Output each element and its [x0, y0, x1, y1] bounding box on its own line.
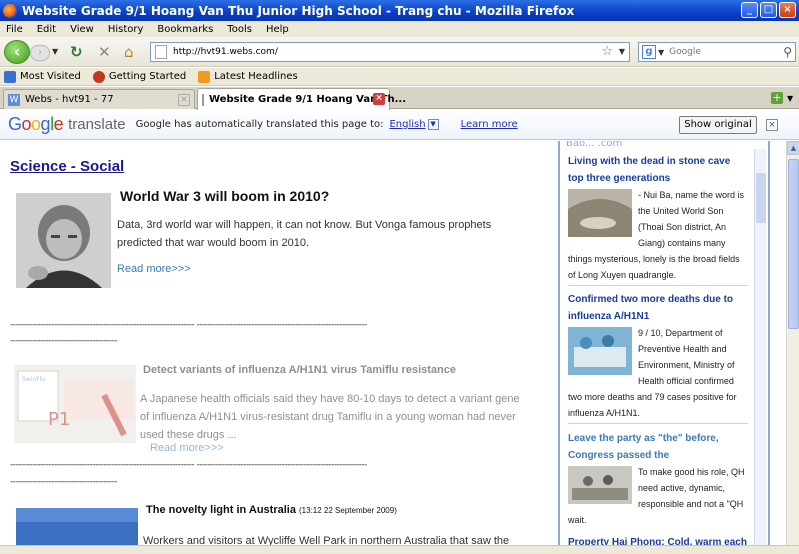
menu-file[interactable]: File: [6, 24, 23, 35]
menu-bar: File Edit View History Bookmarks Tools H…: [0, 21, 799, 37]
stop-icon[interactable]: ✕: [98, 45, 111, 60]
menu-history[interactable]: History: [108, 24, 144, 35]
google-translate-bar: Google translate Google has automaticall…: [0, 110, 799, 140]
url-input[interactable]: [173, 47, 593, 57]
page-scroll-thumb[interactable]: [788, 159, 799, 329]
menu-view[interactable]: View: [70, 24, 94, 35]
news-separator: [568, 285, 748, 286]
navigation-toolbar: ‹ › ▼ ↻ ✕ ⌂ ☆ ▼ g ▼ ⚲: [0, 37, 799, 67]
status-bar: [0, 545, 799, 554]
page-favicon-icon: [202, 93, 204, 106]
new-tab-icon[interactable]: +: [771, 92, 783, 104]
close-button[interactable]: ×: [779, 2, 796, 18]
reload-icon[interactable]: ↻: [70, 45, 83, 60]
svg-text:SwinFlu: SwinFlu: [22, 376, 45, 383]
webs-favicon-icon: W: [8, 93, 20, 106]
news-item: Living with the dead in stone cave top t…: [568, 153, 748, 288]
scroll-up-icon[interactable]: ▲: [787, 141, 799, 155]
title-bar: Website Grade 9/1 Hoang Van Thu Junior H…: [0, 0, 799, 21]
window-controls: _ □ ×: [741, 2, 796, 18]
section-title[interactable]: Science - Social: [10, 158, 124, 175]
news-item: Leave the party as "the" before, Congres…: [568, 430, 748, 528]
translate-language-link[interactable]: English: [389, 119, 425, 130]
search-engine-dropdown-icon[interactable]: ▼: [658, 48, 664, 57]
stone-cave-photo[interactable]: [568, 189, 632, 237]
article-summary: Workers and visitors at Wycliffe Well Pa…: [143, 535, 510, 545]
show-original-button[interactable]: Show original: [679, 116, 757, 134]
article-title[interactable]: World War 3 will boom in 2010?: [120, 188, 329, 204]
news-title[interactable]: Property Hai Phong: Cold, warm each: [568, 534, 748, 545]
article-summary: Data, 3rd world war will happen, it can …: [117, 219, 492, 249]
article-date: (13:12 22 September 2009): [299, 506, 397, 515]
congress-photo[interactable]: [568, 466, 632, 504]
article-summary: A Japanese health officials said they ha…: [140, 393, 520, 441]
translate-message: Google has automatically translated this…: [135, 119, 384, 130]
minimize-button[interactable]: _: [741, 2, 758, 18]
read-more-link[interactable]: Read more>>>: [117, 263, 191, 275]
history-dropdown-icon[interactable]: ▼: [52, 47, 58, 56]
article-title[interactable]: The novelty light in Australia (13:12 22…: [146, 504, 397, 516]
page-icon: [155, 45, 167, 59]
menu-help[interactable]: Help: [266, 24, 289, 35]
bookmark-latest-headlines[interactable]: Latest Headlines: [198, 70, 298, 83]
prophet-photo[interactable]: [16, 193, 111, 288]
australia-light-photo[interactable]: [16, 508, 138, 545]
read-more-link[interactable]: Read more>>>: [150, 442, 224, 454]
forward-button[interactable]: ›: [30, 45, 50, 61]
tab-close-icon[interactable]: ×: [178, 94, 190, 106]
search-icon[interactable]: ⚲: [783, 45, 792, 59]
tab-website-grade[interactable]: Website Grade 9/1 Hoang Van Th... ×: [197, 88, 406, 110]
news-title[interactable]: Leave the party as "the" before, Congres…: [568, 430, 748, 464]
article-title[interactable]: Detect variants of influenza A/H1N1 viru…: [143, 364, 456, 376]
influenza-test-photo[interactable]: SwinFlu P1: [14, 365, 136, 443]
news-item: Confirmed two more deaths due to influen…: [568, 291, 748, 426]
menu-edit[interactable]: Edit: [37, 24, 56, 35]
news-item: Property Hai Phong: Cold, warm each: [568, 534, 748, 545]
bookmark-star-icon[interactable]: ☆: [601, 44, 613, 59]
tab-webs-hvt91[interactable]: W Webs - hvt91 - 77 ×: [3, 89, 195, 109]
news-separator: [568, 423, 748, 424]
tab-close-icon[interactable]: ×: [373, 93, 385, 105]
rss-feed-icon: [198, 70, 211, 83]
search-input[interactable]: [669, 47, 780, 57]
learn-more-link[interactable]: Learn more: [461, 119, 518, 130]
maximize-button[interactable]: □: [760, 2, 777, 18]
home-icon[interactable]: ⌂: [124, 45, 134, 60]
sidebar-scroll-thumb[interactable]: [756, 173, 766, 223]
bookmark-getting-started[interactable]: Getting Started: [92, 70, 186, 83]
page-scrollbar[interactable]: ▲: [786, 141, 799, 545]
back-button[interactable]: ‹: [4, 40, 30, 64]
bookmark-most-visited[interactable]: Most Visited: [4, 70, 81, 83]
sidebar-header: Bao... .com: [566, 141, 623, 148]
svg-text:P1: P1: [48, 409, 70, 430]
firefox-icon: [3, 3, 17, 18]
search-bar[interactable]: g ▼ ⚲: [638, 42, 796, 62]
google-search-engine-icon[interactable]: g: [642, 45, 656, 59]
close-translate-icon[interactable]: ×: [766, 119, 778, 131]
getting-started-icon: [92, 70, 105, 83]
sidebar-scrollbar[interactable]: [754, 149, 766, 545]
most-visited-icon: [4, 70, 16, 83]
window-title: Website Grade 9/1 Hoang Van Thu Junior H…: [22, 3, 575, 18]
tab-list-dropdown-icon[interactable]: ▼: [787, 94, 793, 103]
google-logo: Google: [8, 114, 64, 134]
tab-bar: W Webs - hvt91 - 77 × Website Grade 9/1 …: [0, 87, 799, 110]
url-dropdown-icon[interactable]: ▼: [619, 47, 625, 56]
divider: ---------------------------------------: [10, 477, 118, 487]
news-sidebar: Bao... .com Living with the dead in ston…: [558, 141, 770, 545]
address-bar[interactable]: ☆ ▼: [150, 42, 630, 62]
news-title[interactable]: Living with the dead in stone cave top t…: [568, 153, 748, 187]
hospital-photo[interactable]: [568, 327, 632, 375]
news-title[interactable]: Confirmed two more deaths due to influen…: [568, 291, 748, 325]
menu-tools[interactable]: Tools: [227, 24, 252, 35]
bookmarks-toolbar: Most Visited Getting Started Latest Head…: [0, 68, 799, 86]
menu-bookmarks[interactable]: Bookmarks: [157, 24, 213, 35]
divider: ---------------------------------------: [10, 336, 118, 346]
translate-word: translate: [68, 116, 126, 133]
language-dropdown-icon[interactable]: ▼: [427, 119, 439, 130]
divider: ----------------------------------------…: [10, 320, 367, 330]
divider: ----------------------------------------…: [10, 460, 367, 470]
